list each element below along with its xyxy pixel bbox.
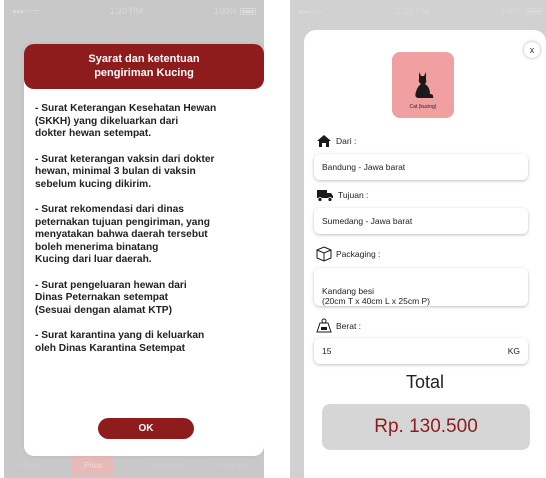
tujuan-label: Tujuan : <box>338 190 369 200</box>
nav-complain[interactable]: Complain <box>215 461 249 470</box>
terms-screen: ●●●○○ ᯤ 1:20 PM 100% Syarat dan ketentua… <box>4 0 264 478</box>
dari-value: Bandung - Jawa barat <box>322 162 406 172</box>
dari-field[interactable]: Bandung - Jawa barat <box>314 154 528 180</box>
signal-icon: ●●●○○ ᯤ <box>298 6 326 16</box>
packaging-field[interactable]: Kandang besi (20cm T x 40cm L x 25cm P) <box>314 268 528 306</box>
total-price: Rp. 130.500 <box>322 404 530 450</box>
battery-icon <box>240 7 256 15</box>
berat-label: Berat : <box>336 320 362 331</box>
dari-label: Dari : <box>336 136 357 146</box>
battery-percent: 100% <box>213 6 237 16</box>
packaging-label: Packaging : <box>336 249 381 259</box>
home-icon <box>317 135 331 147</box>
berat-unit: KG <box>507 346 520 356</box>
battery-icon <box>526 7 542 15</box>
berat-value: 15 <box>322 346 332 356</box>
terms-modal: Syarat dan ketentuan pengiriman Kucing -… <box>24 44 264 456</box>
nav-price[interactable]: Price <box>71 454 115 476</box>
animal-card[interactable]: Cat (kucing) <box>392 52 454 118</box>
terms-title-line1: Syarat dan ketentuan <box>88 53 200 65</box>
dari-label-row: Dari : <box>316 134 356 148</box>
status-time: 1:20 PM <box>395 6 430 16</box>
term-item: - Surat keterangan vaksin dari dokter he… <box>35 153 215 190</box>
close-button[interactable]: x <box>524 42 540 58</box>
packaging-label-row: Packaging : <box>316 246 380 262</box>
shipping-detail-sheet: x Cat (kucing) Dari : Bandung - Jawa bar… <box>304 30 546 478</box>
nav-home[interactable]: Home <box>20 461 41 470</box>
box-icon <box>316 246 332 262</box>
terms-modal-header: Syarat dan ketentuan pengiriman Kucing <box>24 44 264 89</box>
berat-field[interactable]: 15 KG <box>314 338 528 364</box>
status-bar: ●●●○○ ᯤ 1:20 PM 100% <box>290 0 546 22</box>
tujuan-label-row: Tujuan : <box>316 188 368 202</box>
berat-label-row: Berat : <box>316 318 361 333</box>
term-item: - Surat pengeluaran hewan dari Dinas Pet… <box>35 279 187 316</box>
tujuan-value: Sumedang - Jawa barat <box>322 216 413 226</box>
truck-icon <box>317 190 333 202</box>
term-item: - Surat karantina yang di keluarkan oleh… <box>35 330 205 354</box>
cat-icon <box>415 72 434 98</box>
animal-label: Cat (kucing) <box>409 104 437 110</box>
status-time: 1:20 PM <box>109 6 144 16</box>
terms-list: - Surat Keterangan Kesehatan Hewan (SKKH… <box>24 89 264 355</box>
total-label: Total <box>405 372 445 392</box>
ok-button[interactable]: OK <box>98 418 194 439</box>
tujuan-field[interactable]: Sumedang - Jawa barat <box>314 208 528 234</box>
terms-title-line2: pengiriman Kucing <box>94 67 194 79</box>
battery-percent: 100% <box>499 6 523 16</box>
signal-icon: ●●●○○ ᯤ <box>12 6 40 16</box>
status-bar: ●●●○○ ᯤ 1:20 PM 100% <box>4 0 264 22</box>
shipping-screen: ●●●○○ ᯤ 1:20 PM 100% x Cat (kucing) Dari… <box>290 0 546 478</box>
term-item: - Surat rekomendasi dari dinas peternaka… <box>35 204 210 265</box>
term-item: - Surat Keterangan Kesehatan Hewan (SKKH… <box>35 103 217 139</box>
packaging-value: Kandang besi (20cm T x 40cm L x 25cm P) <box>322 286 431 306</box>
weight-icon <box>316 318 332 333</box>
nav-call-center[interactable]: Call center <box>145 461 183 470</box>
